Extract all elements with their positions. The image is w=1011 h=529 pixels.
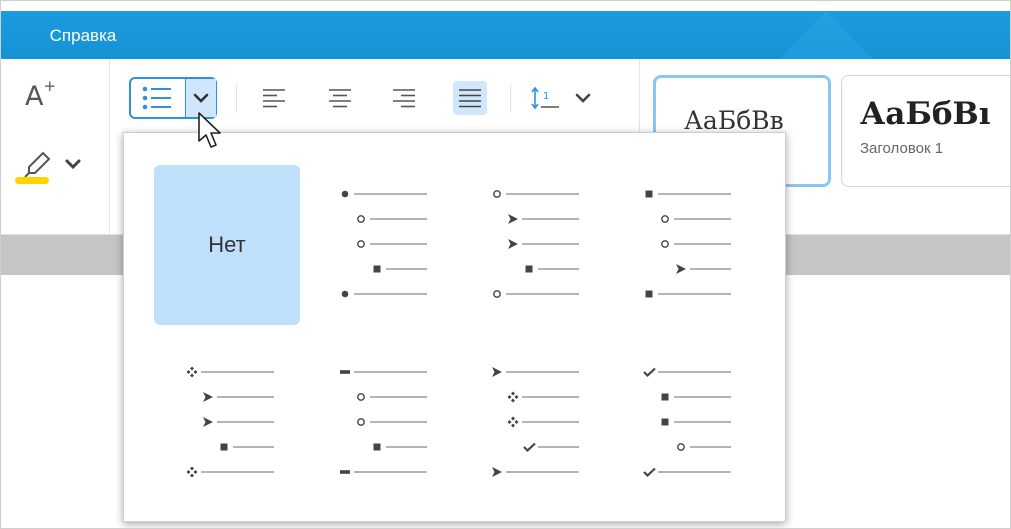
diamond-bullet-icon — [186, 466, 198, 478]
arrow-bullet-icon — [508, 239, 518, 249]
square-bullet-icon — [661, 393, 669, 401]
square-bullet-icon — [373, 265, 381, 273]
title-strip — [1, 1, 1010, 11]
square-bullet-icon — [220, 443, 228, 451]
toolbar-separator — [236, 85, 237, 113]
square-bullet-icon — [661, 418, 669, 426]
bullet-preview — [186, 366, 274, 478]
diamond-bullet-icon — [186, 366, 198, 378]
circle-bullet-icon — [357, 418, 365, 426]
style-caption: Заголовок 1 — [860, 140, 944, 157]
square-bullet-icon — [645, 190, 653, 198]
bullet-option-6[interactable] — [459, 343, 605, 503]
bullet-preview — [341, 190, 427, 298]
bullet-option-7[interactable] — [611, 343, 757, 503]
dash-bullet-icon — [340, 370, 350, 374]
circle-bullet-icon — [661, 240, 669, 248]
font-size-increase-icon: A+ — [25, 77, 57, 112]
bullet-style-dropdown: Нет — [123, 132, 786, 522]
circle-bullet-icon — [357, 215, 365, 223]
disc-bullet-icon — [341, 190, 349, 198]
arrow-bullet-icon — [203, 392, 213, 402]
circle-bullet-icon — [493, 190, 501, 198]
square-bullet-icon — [645, 290, 653, 298]
style-sample: АаБбВı — [860, 96, 991, 132]
align-justify-icon — [459, 89, 481, 108]
arrow-bullet-icon — [508, 214, 518, 224]
circle-bullet-icon — [661, 215, 669, 223]
chevron-down-icon — [575, 93, 591, 103]
bulleted-list-icon[interactable] — [131, 79, 183, 117]
line-spacing-button[interactable]: 1 — [529, 81, 609, 115]
check-bullet-icon — [523, 442, 536, 453]
style-heading1-card[interactable]: АаБбВı Заголовок 1 — [841, 75, 1010, 187]
dash-bullet-icon — [340, 470, 350, 474]
bullet-option-1[interactable] — [307, 165, 453, 325]
bullet-preview — [340, 370, 427, 474]
bullet-preview — [492, 367, 579, 477]
tab-bar-decoration — [780, 11, 872, 59]
highlight-color-swatch — [15, 177, 49, 184]
circle-bullet-icon — [677, 443, 685, 451]
square-bullet-icon — [373, 443, 381, 451]
align-left-icon — [263, 89, 285, 108]
bullet-preview — [643, 367, 731, 478]
arrow-bullet-icon — [676, 264, 686, 274]
square-bullet-icon — [525, 265, 533, 273]
align-center-button[interactable] — [323, 81, 357, 115]
line-spacing-icon: 1 — [531, 86, 559, 110]
bullet-option-none[interactable]: Нет — [154, 165, 300, 325]
mouse-cursor-icon — [198, 112, 221, 148]
group-separator — [109, 59, 110, 234]
align-left-button[interactable] — [257, 81, 291, 115]
diamond-bullet-icon — [507, 391, 519, 403]
ribbon-tab-bar: Справка — [1, 1, 1010, 59]
align-center-icon — [329, 89, 351, 108]
svg-text:1: 1 — [543, 91, 549, 102]
circle-bullet-icon — [357, 393, 365, 401]
arrow-bullet-icon — [492, 467, 502, 477]
align-right-icon — [393, 89, 415, 108]
diamond-bullet-icon — [507, 416, 519, 428]
bullet-preview — [493, 190, 579, 298]
disc-bullet-icon — [341, 290, 349, 298]
circle-bullet-icon — [493, 290, 501, 298]
circle-bullet-icon — [357, 240, 365, 248]
bullet-option-2[interactable] — [459, 165, 605, 325]
font-size-increase-button[interactable]: A+ — [25, 77, 57, 112]
arrow-bullet-icon — [203, 417, 213, 427]
check-bullet-icon — [643, 367, 656, 378]
editor-window: Справка A+ 1 АаБбВв АаБбВı Заголовок 1 Н… — [0, 0, 1011, 529]
align-right-button[interactable] — [387, 81, 421, 115]
bullet-option-3[interactable] — [611, 165, 757, 325]
bullet-option-4[interactable] — [154, 343, 300, 503]
tab-help[interactable]: Справка — [23, 13, 143, 59]
bullet-option-5[interactable] — [307, 343, 453, 503]
align-justify-button[interactable] — [453, 81, 487, 115]
bullet-preview — [645, 190, 731, 298]
style-sample: АаБбВв — [684, 106, 784, 135]
arrow-bullet-icon — [492, 367, 502, 377]
check-bullet-icon — [643, 467, 656, 478]
toolbar-separator — [510, 85, 511, 113]
